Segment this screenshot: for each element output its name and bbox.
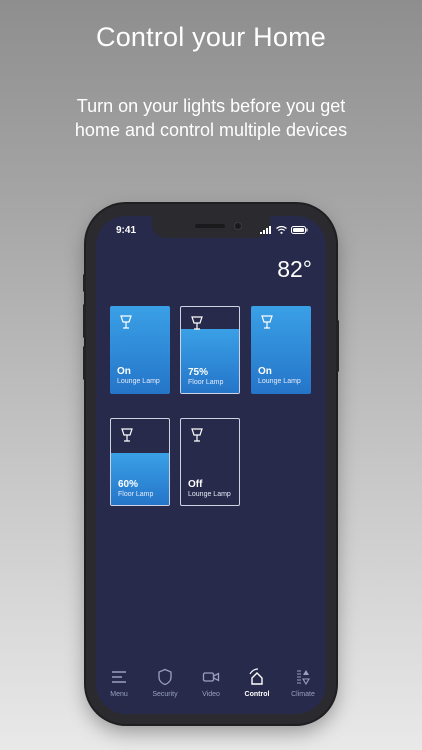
light-name: Floor Lamp [188, 379, 224, 386]
lamp-icon [121, 428, 133, 442]
signal-icon [260, 226, 271, 234]
status-icons [260, 226, 308, 234]
light-name: Lounge Lamp [258, 378, 301, 385]
status-time: 9:41 [116, 225, 137, 236]
lamp-icon [120, 315, 132, 329]
tab-control[interactable]: Control [234, 668, 280, 698]
mute-switch [83, 274, 86, 292]
light-state: 75% [188, 367, 209, 378]
battery-icon [291, 226, 308, 234]
light-tile-lounge-lamp[interactable]: On Lounge Lamp [251, 306, 311, 394]
front-camera [234, 222, 242, 230]
lamp-icon [191, 428, 203, 442]
light-tile-floor-lamp[interactable]: 75% Floor Lamp [180, 306, 240, 394]
tab-menu[interactable]: Menu [96, 668, 142, 698]
lamp-icon [261, 315, 273, 329]
temperature-readout: 82° [277, 256, 312, 282]
volume-down-button [83, 346, 86, 380]
shield-icon [158, 668, 172, 686]
wifi-icon [276, 226, 287, 234]
light-state: On [258, 366, 272, 377]
light-state: Off [188, 479, 203, 490]
notch [152, 216, 270, 238]
speaker [195, 224, 225, 228]
lamp-icon [191, 316, 203, 330]
light-name: Lounge Lamp [117, 378, 160, 385]
tab-climate[interactable]: Climate [280, 668, 326, 698]
promo-title: Control your Home [96, 22, 326, 52]
phone-frame: 9:41 82° On Lounge Lamp 75% Floor Lamp O… [83, 204, 339, 724]
tab-bar: Menu Security Video Control Climate [96, 654, 326, 714]
light-name: Floor Lamp [118, 491, 154, 498]
tab-label: Menu [110, 691, 128, 698]
light-name: Lounge Lamp [188, 491, 231, 498]
volume-up-button [83, 304, 86, 338]
light-tile-lounge-lamp[interactable]: Off Lounge Lamp [180, 418, 240, 506]
power-button [336, 320, 339, 372]
phone-screen: 9:41 82° On Lounge Lamp 75% Floor Lamp O… [96, 216, 326, 714]
thermostat-icon [297, 670, 310, 686]
camera-icon [202, 672, 220, 682]
light-state: 60% [118, 479, 139, 490]
tab-label: Video [202, 691, 220, 698]
light-tile-lounge-lamp[interactable]: On Lounge Lamp [110, 306, 170, 394]
tab-label: Control [244, 691, 270, 698]
light-state: On [117, 366, 131, 377]
promo-subtitle: Turn on your lights before you get home … [74, 96, 348, 140]
tab-label: Climate [291, 691, 315, 698]
tab-video[interactable]: Video [188, 668, 234, 698]
menu-icon [112, 671, 126, 683]
tab-security[interactable]: Security [142, 668, 188, 698]
tab-label: Security [152, 691, 178, 698]
light-tile-floor-lamp[interactable]: 60% Floor Lamp [110, 418, 170, 506]
home-icon [249, 668, 263, 685]
